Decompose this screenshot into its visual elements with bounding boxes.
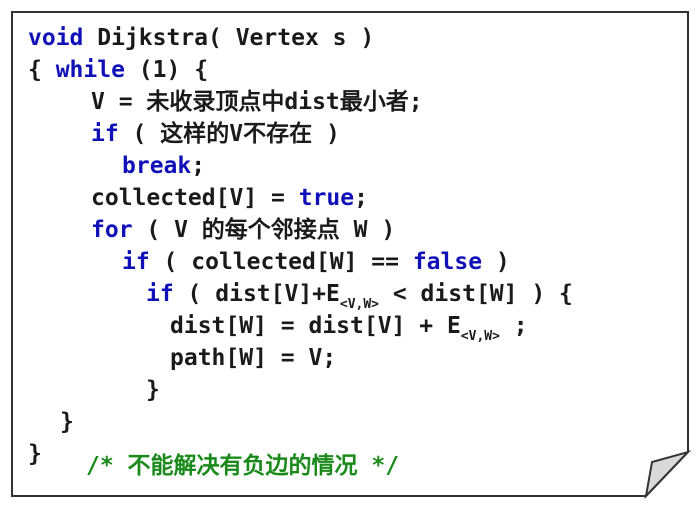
if-condition-tail: < dist[W] ) { [379, 281, 573, 307]
code-line-1: void Dijkstra( Vertex s ) [28, 22, 374, 54]
code-line-12: } [146, 374, 160, 406]
slide: void Dijkstra( Vertex s ) { while (1) { … [0, 0, 700, 508]
semicolon: ; [354, 185, 368, 211]
keyword-while: while [55, 57, 125, 83]
dist-update-statement: dist[W] = dist[V] + E [170, 313, 461, 339]
edge-subscript: <V,W> [460, 329, 500, 344]
code-line-7: for ( V 的每个邻接点 W ) [91, 214, 395, 246]
keyword-void: void [28, 25, 84, 51]
comment-text: /* 不能解决有负边的情况 */ [86, 453, 400, 479]
code-line-13: } [60, 406, 74, 438]
code-line-10: dist[W] = dist[V] + E<V,W> ; [170, 310, 528, 344]
close-brace: } [60, 409, 74, 435]
while-condition: (1) { [124, 57, 209, 83]
keyword-for: for [91, 217, 133, 243]
if-condition: ( 这样的V不存在 ) [118, 121, 340, 147]
code-comment: /* 不能解决有负边的情况 */ [86, 450, 399, 482]
code-line-6: collected[V] = true; [91, 182, 368, 214]
keyword-if: if [91, 121, 119, 147]
code-line-5: break; [122, 150, 205, 182]
semicolon: ; [499, 313, 528, 339]
keyword-if: if [122, 249, 150, 275]
code-line-2: { while (1) { [28, 54, 208, 86]
code-line-9: if ( dist[V]+E<V,W> < dist[W] ) { [146, 278, 573, 312]
semicolon: ; [191, 153, 206, 179]
if-condition: ( dist[V]+E [173, 281, 340, 307]
keyword-if: if [146, 281, 174, 307]
keyword-true: true [298, 185, 355, 211]
for-clause: ( V 的每个邻接点 W ) [132, 217, 396, 243]
close-brace: } [28, 441, 42, 467]
close-paren: ) [482, 249, 510, 275]
code-line-4: if ( 这样的V不存在 ) [91, 118, 340, 150]
open-brace: { [28, 57, 56, 83]
code-block: void Dijkstra( Vertex s ) { while (1) { … [0, 0, 700, 508]
code-line-11: path[W] = V; [170, 342, 336, 374]
collected-assignment: collected[V] = [91, 185, 299, 211]
code-line-14: } [28, 438, 42, 470]
keyword-false: false [412, 249, 483, 275]
code-line-3: V = 未收录顶点中dist最小者; [91, 86, 423, 118]
if-condition: ( collected[W] == [149, 249, 413, 275]
function-signature: Dijkstra( Vertex s ) [83, 25, 375, 51]
keyword-break: break [122, 153, 192, 179]
path-update-statement: path[W] = V; [170, 345, 337, 371]
close-brace: } [146, 377, 160, 403]
code-line-8: if ( collected[W] == false ) [122, 246, 510, 278]
select-vertex-statement: V = 未收录顶点中dist最小者; [91, 89, 423, 115]
